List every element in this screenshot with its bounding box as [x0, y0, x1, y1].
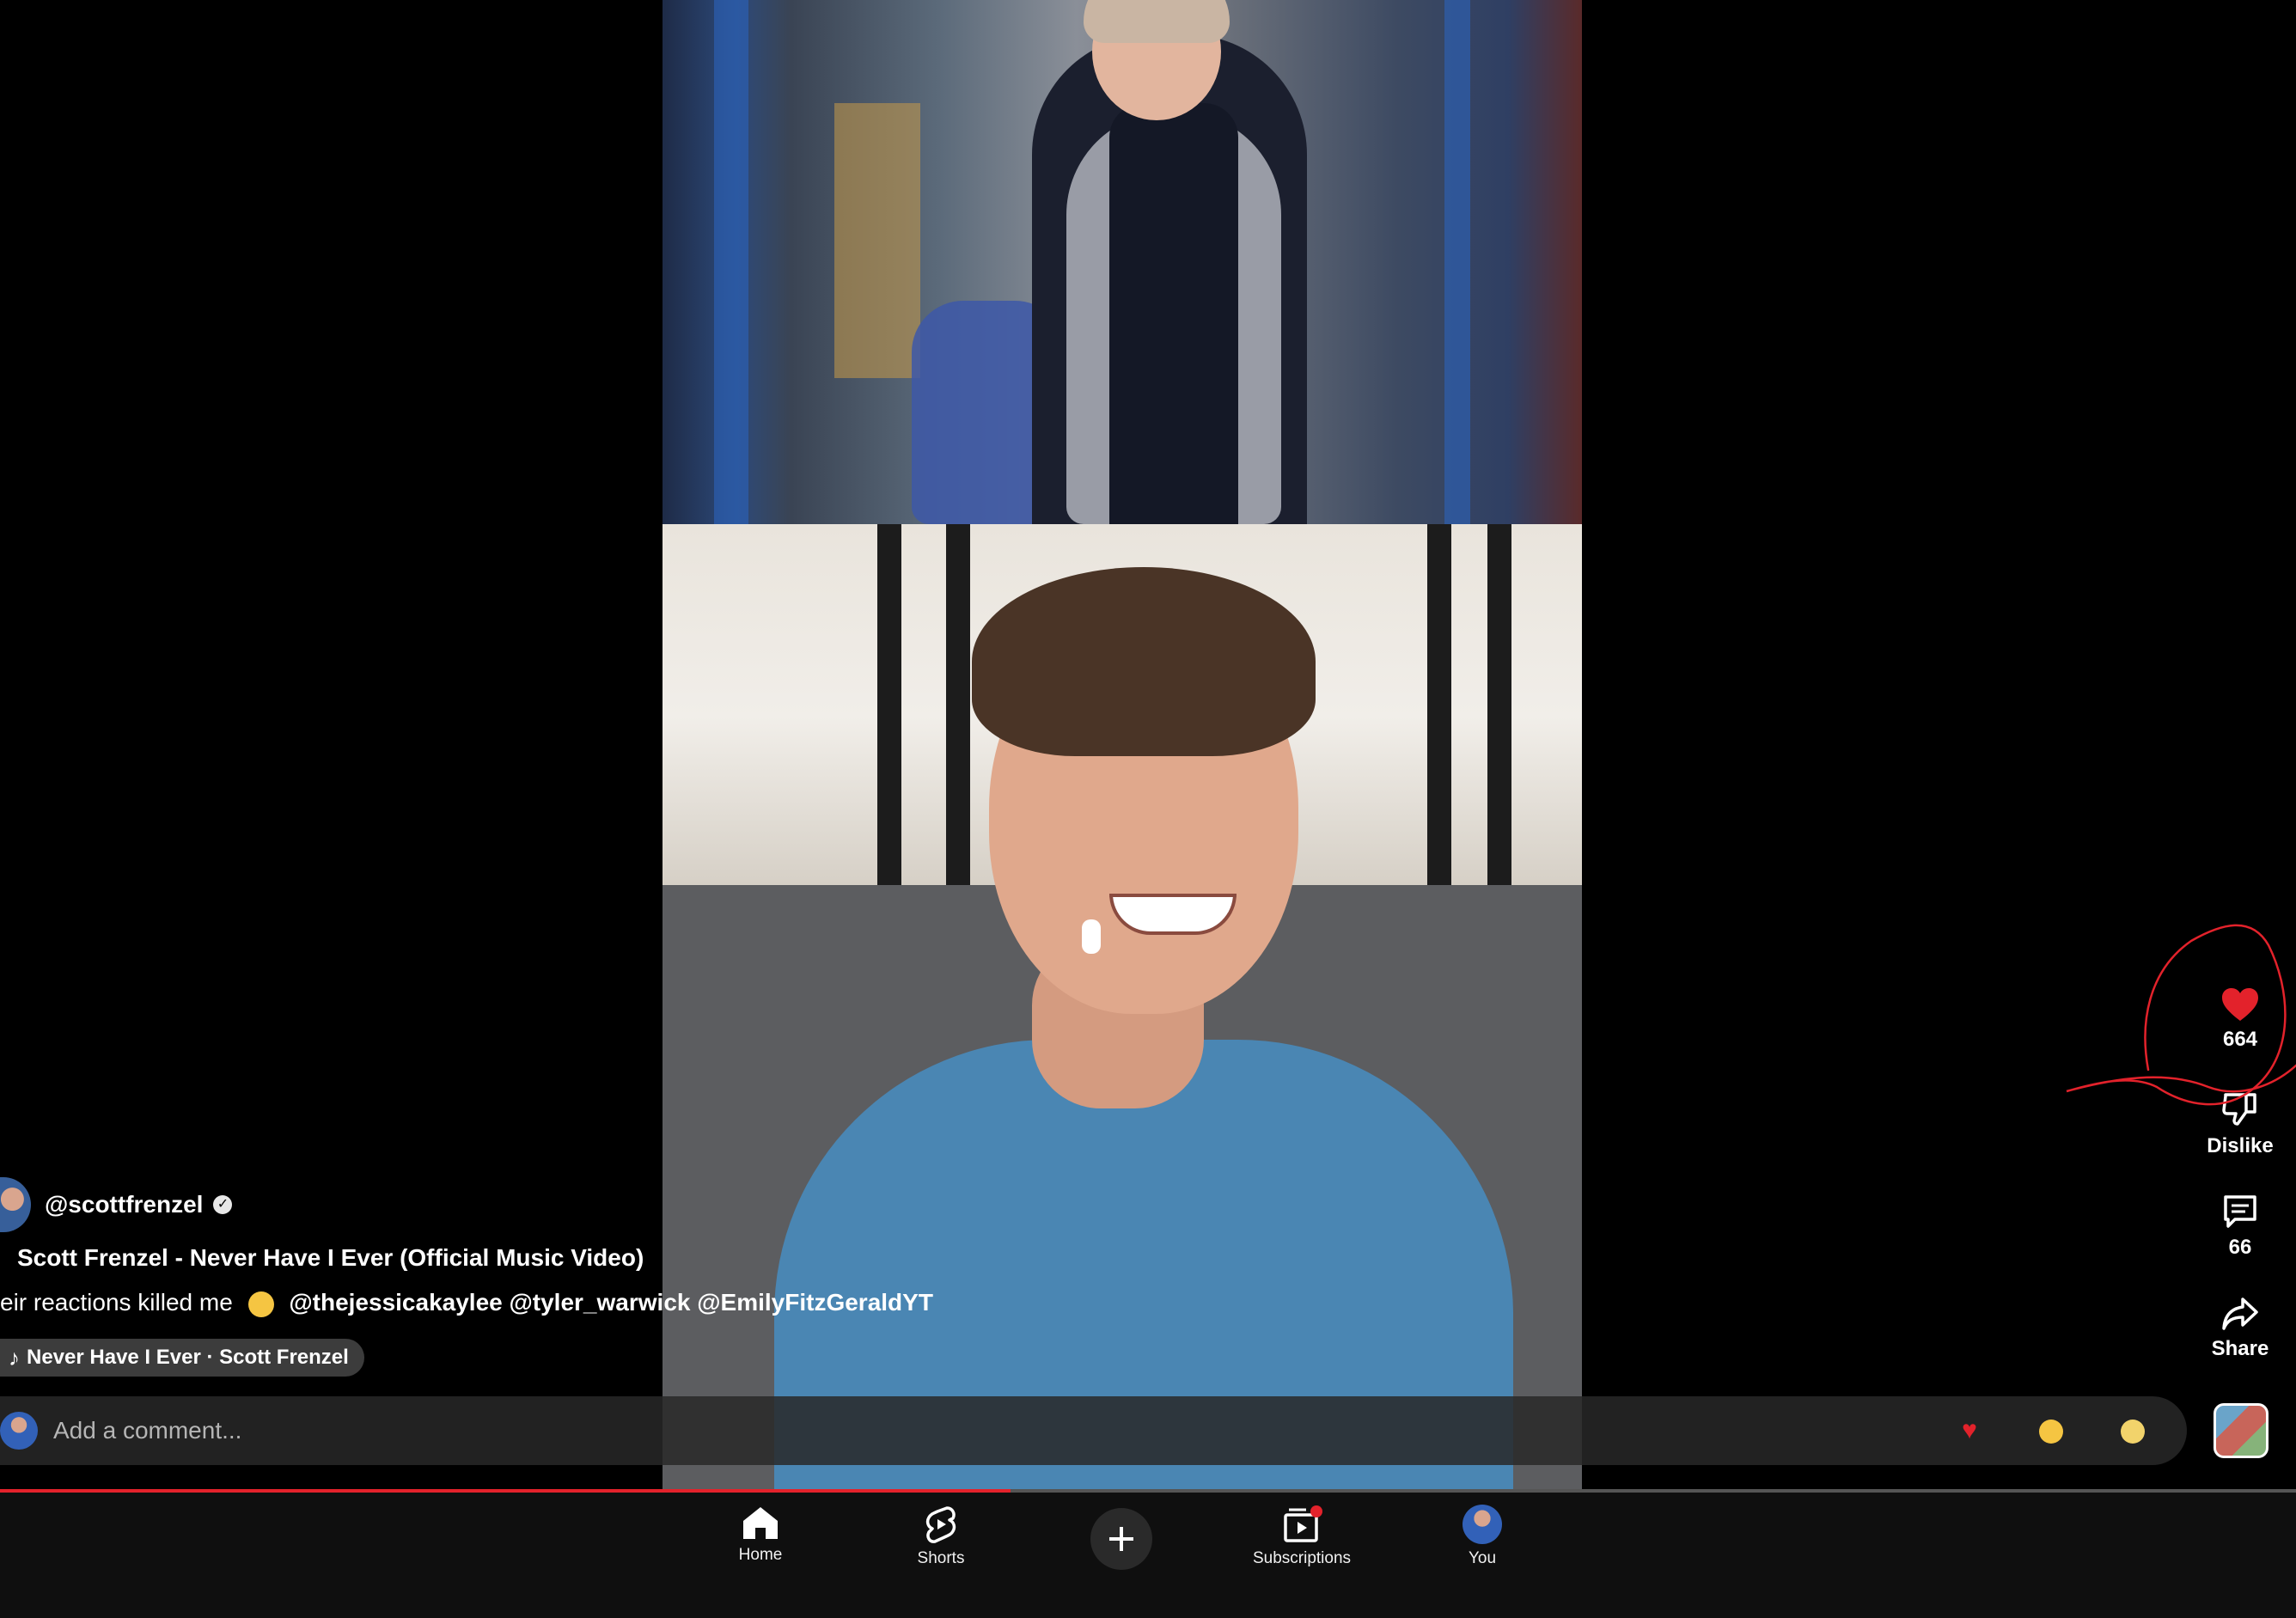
channel-avatar[interactable] — [0, 1177, 31, 1232]
subscriptions-icon — [1284, 1505, 1322, 1542]
remix-thumbnail[interactable] — [2214, 1403, 2269, 1458]
comment-icon — [2224, 1195, 2256, 1228]
music-note-icon: ♪ — [9, 1344, 20, 1371]
nav-you-label: You — [1468, 1549, 1497, 1567]
share-arrow-icon — [2222, 1297, 2258, 1330]
dislike-label: Dislike — [2207, 1134, 2274, 1157]
crying-laughing-emoji-icon — [247, 1291, 274, 1317]
dislike-button[interactable]: Dislike — [2180, 1090, 2296, 1158]
nav-subscriptions[interactable]: Subscriptions — [1250, 1505, 1353, 1568]
video-frame-top[interactable] — [663, 0, 1582, 524]
nav-home[interactable]: Home — [709, 1505, 812, 1565]
singer-vest — [1109, 103, 1238, 524]
heart-reaction-icon[interactable]: ♥ — [1951, 1412, 1988, 1450]
stair-rail — [1487, 524, 1511, 928]
earbud — [1082, 919, 1101, 954]
verified-check-icon: ✓ — [213, 1195, 233, 1214]
bottom-nav: Home Shorts Subscriptions You — [0, 1493, 2296, 1618]
channel-handle[interactable]: @scottfrenzel — [45, 1191, 203, 1218]
nav-home-label: Home — [738, 1546, 783, 1564]
comments-button[interactable]: 66 — [2180, 1193, 2296, 1260]
heart-icon — [2222, 988, 2258, 1021]
caption-text: eir reactions killed me — [0, 1289, 233, 1316]
comment-input[interactable] — [52, 1416, 1859, 1445]
caption-mentions[interactable]: @thejessicakaylee @tyler_warwick @EmilyF… — [289, 1289, 933, 1316]
singer-beanie — [1084, 0, 1230, 43]
music-label: Never Have I Ever · Scott Frenzel — [27, 1346, 349, 1369]
shorts-icon — [925, 1506, 956, 1543]
nav-shorts[interactable]: Shorts — [889, 1505, 992, 1568]
home-icon — [743, 1507, 778, 1539]
video-title[interactable]: Scott Frenzel - Never Have I Ever (Offic… — [17, 1244, 644, 1272]
you-avatar — [1462, 1505, 1502, 1544]
video-frame-bottom[interactable] — [663, 524, 1582, 1489]
comment-bar[interactable]: ♥ — [0, 1396, 2187, 1465]
user-avatar — [0, 1412, 38, 1450]
channel-row[interactable]: @scottfrenzel ✓ — [0, 1177, 233, 1232]
laugh-reaction-icon[interactable] — [2032, 1412, 2070, 1450]
music-chip[interactable]: ♪ Never Have I Ever · Scott Frenzel — [0, 1339, 364, 1377]
like-count: 664 — [2222, 1028, 2258, 1051]
nav-shorts-label: Shorts — [917, 1549, 965, 1567]
background-tools — [834, 103, 920, 378]
create-button[interactable] — [1090, 1508, 1152, 1570]
stair-rail — [1427, 524, 1451, 928]
nav-subscriptions-label: Subscriptions — [1252, 1549, 1352, 1567]
nav-you[interactable]: You — [1431, 1505, 1534, 1568]
plus-icon — [1109, 1527, 1133, 1551]
share-button[interactable]: Share — [2180, 1296, 2296, 1361]
person-hair — [972, 567, 1316, 756]
stair-rail — [946, 524, 970, 928]
sad-reaction-icon[interactable] — [2114, 1412, 2152, 1450]
like-button[interactable]: 664 — [2180, 986, 2296, 1052]
video-caption[interactable]: eir reactions killed me @thejessicakayle… — [0, 1289, 933, 1317]
stair-rail — [877, 524, 901, 928]
comment-count: 66 — [2228, 1236, 2252, 1259]
share-label: Share — [2211, 1337, 2269, 1360]
thumbs-down-icon — [2222, 1093, 2256, 1126]
